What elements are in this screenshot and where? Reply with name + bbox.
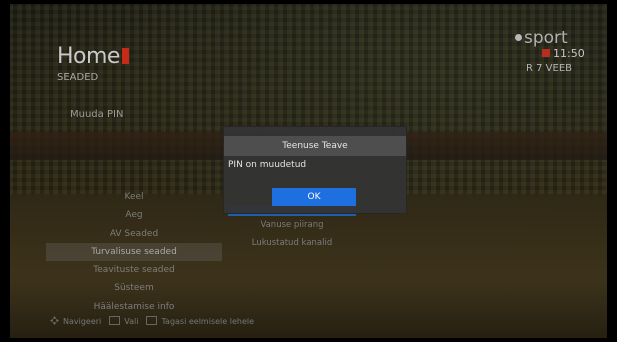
menu-item-notifications[interactable]: Teavituste seaded bbox=[46, 261, 222, 279]
page-subtitle: Muuda PIN bbox=[70, 109, 124, 120]
dpad-icon bbox=[50, 316, 59, 325]
clock: 11:50 bbox=[542, 47, 585, 60]
home-title: Home bbox=[57, 44, 120, 69]
service-info-dialog: Teenuse Teave PIN on muudetud OK bbox=[223, 126, 407, 214]
footer-hints: Navigeeri Vali Tagasi eelmisele lehele bbox=[50, 316, 254, 326]
menu-item-installation-info[interactable]: Häälestamise info bbox=[46, 298, 222, 316]
home-logo: Home bbox=[57, 44, 129, 69]
menu-item-system[interactable]: Süsteem bbox=[46, 279, 222, 297]
submenu-item-age-limit[interactable]: Vanuse piirang bbox=[228, 216, 356, 234]
channel-brand: sport bbox=[515, 28, 595, 48]
menu-item-language[interactable]: Keel bbox=[46, 188, 222, 206]
menu-item-time[interactable]: Aeg bbox=[46, 206, 222, 224]
channel-logo-text: sport bbox=[524, 28, 568, 48]
submenu-item-locked-channels[interactable]: Lukustatud kanalid bbox=[228, 234, 356, 252]
dialog-message: PIN on muudetud bbox=[228, 160, 307, 170]
menu-item-security[interactable]: Turvalisuse seaded bbox=[46, 242, 222, 262]
ok-key-icon bbox=[109, 316, 121, 325]
settings-menu: Keel Aeg AV Seaded Turvalisuse seaded Te… bbox=[46, 188, 222, 316]
brand-dot-icon bbox=[515, 34, 522, 41]
footer-back: Tagasi eelmisele lehele bbox=[161, 317, 255, 326]
channel-logo: sport bbox=[515, 28, 568, 48]
footer-navigate: Navigeeri bbox=[63, 317, 102, 326]
back-key-icon bbox=[146, 316, 158, 325]
footer-select: Vali bbox=[124, 317, 139, 326]
home-accent-icon bbox=[121, 48, 129, 64]
clock-icon bbox=[542, 49, 550, 57]
tv-screen: Home SEADED Muuda PIN sport 11:50 R 7 VE… bbox=[0, 0, 617, 342]
screen-border bbox=[607, 0, 617, 342]
date-label: R 7 VEEB bbox=[526, 63, 573, 74]
section-title: SEADED bbox=[57, 72, 99, 83]
clock-time: 11:50 bbox=[553, 47, 585, 60]
dialog-title: Teenuse Teave bbox=[224, 136, 406, 156]
ok-button[interactable]: OK bbox=[272, 188, 356, 206]
menu-item-av-settings[interactable]: AV Seaded bbox=[46, 225, 222, 243]
